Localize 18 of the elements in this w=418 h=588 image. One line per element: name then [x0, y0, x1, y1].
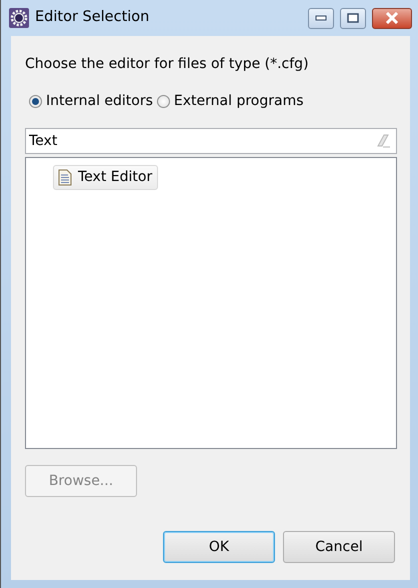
document-icon: [58, 169, 72, 186]
list-item[interactable]: Text Editor: [53, 165, 158, 190]
dialog-button[interactable]: Cancel: [283, 531, 395, 563]
minimize-button[interactable]: [308, 8, 334, 28]
close-button[interactable]: [372, 8, 412, 28]
radio-button[interactable]: [156, 95, 170, 108]
window-title: Editor Selection: [35, 8, 150, 28]
gear-icon: [9, 8, 29, 28]
radio-label[interactable]: External programs: [174, 91, 304, 112]
minimize-icon: [315, 15, 327, 21]
dialog-button[interactable]: OK: [163, 531, 275, 563]
radio-button[interactable]: [29, 95, 42, 108]
filter-field[interactable]: Text: [25, 128, 397, 154]
maximize-icon: [347, 13, 359, 23]
prompt-text: Choose the editor for files of type (*.cfg): [25, 55, 310, 74]
maximize-button[interactable]: [340, 8, 366, 28]
close-icon: [385, 12, 399, 24]
radio-label[interactable]: Internal editors: [46, 91, 153, 112]
